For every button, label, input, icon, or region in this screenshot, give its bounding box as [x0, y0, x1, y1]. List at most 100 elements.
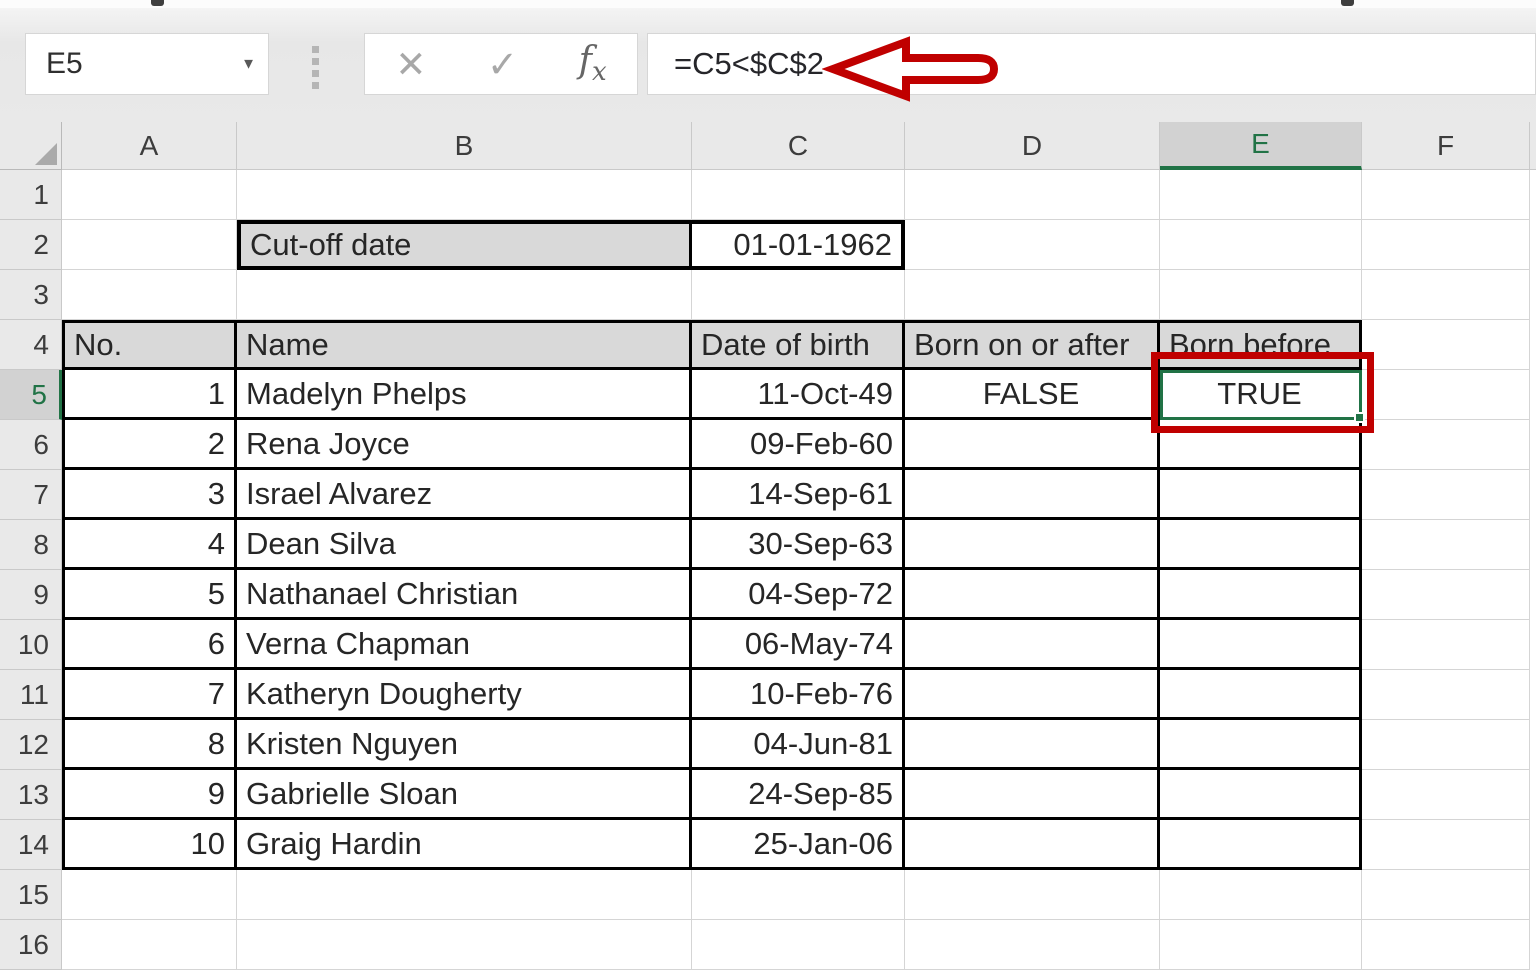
enter-icon[interactable]: ✓ — [487, 46, 518, 83]
cell-B9[interactable]: Nathanael Christian — [237, 570, 692, 620]
row-header-16[interactable]: 16 — [0, 920, 62, 970]
insert-function-icon[interactable]: fx — [579, 40, 607, 87]
cell-E11[interactable] — [1160, 670, 1362, 720]
cell-A12[interactable]: 8 — [62, 720, 237, 770]
cell-C16[interactable] — [692, 920, 905, 970]
row-header-8[interactable]: 8 — [0, 520, 62, 570]
cell-F5[interactable] — [1362, 370, 1530, 420]
cell-B4[interactable]: Name — [237, 320, 692, 370]
row-header-5[interactable]: 5 — [0, 370, 62, 420]
cell-C14[interactable]: 25-Jan-06 — [692, 820, 905, 870]
cell-C5[interactable]: 11-Oct-49 — [692, 370, 905, 420]
cell-E14[interactable] — [1160, 820, 1362, 870]
cell-C3[interactable] — [692, 270, 905, 320]
cell-A11[interactable]: 7 — [62, 670, 237, 720]
cell-B14[interactable]: Graig Hardin — [237, 820, 692, 870]
cell-A15[interactable] — [62, 870, 237, 920]
cell-C12[interactable]: 04-Jun-81 — [692, 720, 905, 770]
cell-A5[interactable]: 1 — [62, 370, 237, 420]
cell-B15[interactable] — [237, 870, 692, 920]
cell-C11[interactable]: 10-Feb-76 — [692, 670, 905, 720]
column-header-F[interactable]: F — [1362, 122, 1530, 170]
row-header-14[interactable]: 14 — [0, 820, 62, 870]
cell-D2[interactable] — [905, 220, 1160, 270]
cell-E1[interactable] — [1160, 170, 1362, 220]
cell-F14[interactable] — [1362, 820, 1530, 870]
row-header-13[interactable]: 13 — [0, 770, 62, 820]
column-header-C[interactable]: C — [692, 122, 905, 170]
cell-B13[interactable]: Gabrielle Sloan — [237, 770, 692, 820]
cell-B1[interactable] — [237, 170, 692, 220]
cell-F1[interactable] — [1362, 170, 1530, 220]
cell-A3[interactable] — [62, 270, 237, 320]
cell-E10[interactable] — [1160, 620, 1362, 670]
row-header-3[interactable]: 3 — [0, 270, 62, 320]
cell-F10[interactable] — [1362, 620, 1530, 670]
row-header-7[interactable]: 7 — [0, 470, 62, 520]
cell-F12[interactable] — [1362, 720, 1530, 770]
cell-F11[interactable] — [1362, 670, 1530, 720]
cell-D7[interactable] — [905, 470, 1160, 520]
cell-A7[interactable]: 3 — [62, 470, 237, 520]
cell-C13[interactable]: 24-Sep-85 — [692, 770, 905, 820]
cell-B6[interactable]: Rena Joyce — [237, 420, 692, 470]
cell-C2[interactable]: 01-01-1962 — [692, 220, 905, 270]
cell-E9[interactable] — [1160, 570, 1362, 620]
chevron-down-icon[interactable]: ▼ — [241, 56, 256, 73]
cell-E15[interactable] — [1160, 870, 1362, 920]
cell-A8[interactable]: 4 — [62, 520, 237, 570]
column-header-B[interactable]: B — [237, 122, 692, 170]
cell-E2[interactable] — [1160, 220, 1362, 270]
column-header-E[interactable]: E — [1160, 122, 1362, 170]
cell-D15[interactable] — [905, 870, 1160, 920]
cell-F9[interactable] — [1362, 570, 1530, 620]
cell-D3[interactable] — [905, 270, 1160, 320]
row-header-9[interactable]: 9 — [0, 570, 62, 620]
cell-A13[interactable]: 9 — [62, 770, 237, 820]
cell-D12[interactable] — [905, 720, 1160, 770]
cell-E3[interactable] — [1160, 270, 1362, 320]
cell-D16[interactable] — [905, 920, 1160, 970]
cell-D1[interactable] — [905, 170, 1160, 220]
cell-C15[interactable] — [692, 870, 905, 920]
cell-F4[interactable] — [1362, 320, 1530, 370]
cell-C10[interactable]: 06-May-74 — [692, 620, 905, 670]
cell-A1[interactable] — [62, 170, 237, 220]
name-box[interactable]: E5 ▼ — [25, 33, 269, 95]
cell-E13[interactable] — [1160, 770, 1362, 820]
formula-bar-input[interactable]: =C5<$C$2 — [647, 33, 1536, 95]
cell-A16[interactable] — [62, 920, 237, 970]
cell-D13[interactable] — [905, 770, 1160, 820]
cell-F2[interactable] — [1362, 220, 1530, 270]
cell-F16[interactable] — [1362, 920, 1530, 970]
cell-D4[interactable]: Born on or after — [905, 320, 1160, 370]
column-header-A[interactable]: A — [62, 122, 237, 170]
column-header-D[interactable]: D — [905, 122, 1160, 170]
cell-B5[interactable]: Madelyn Phelps — [237, 370, 692, 420]
row-header-15[interactable]: 15 — [0, 870, 62, 920]
cell-B11[interactable]: Katheryn Dougherty — [237, 670, 692, 720]
cell-B7[interactable]: Israel Alvarez — [237, 470, 692, 520]
cell-A10[interactable]: 6 — [62, 620, 237, 670]
cell-A2[interactable] — [62, 220, 237, 270]
row-header-6[interactable]: 6 — [0, 420, 62, 470]
cell-C6[interactable]: 09-Feb-60 — [692, 420, 905, 470]
cancel-icon[interactable]: ✕ — [395, 46, 426, 83]
cell-E16[interactable] — [1160, 920, 1362, 970]
cell-C8[interactable]: 30-Sep-63 — [692, 520, 905, 570]
cell-D9[interactable] — [905, 570, 1160, 620]
cell-E7[interactable] — [1160, 470, 1362, 520]
cell-F6[interactable] — [1362, 420, 1530, 470]
cell-D14[interactable] — [905, 820, 1160, 870]
row-header-2[interactable]: 2 — [0, 220, 62, 270]
select-all-corner[interactable] — [0, 122, 62, 170]
cell-E12[interactable] — [1160, 720, 1362, 770]
cell-F15[interactable] — [1362, 870, 1530, 920]
row-header-10[interactable]: 10 — [0, 620, 62, 670]
cell-C4[interactable]: Date of birth — [692, 320, 905, 370]
cell-C7[interactable]: 14-Sep-61 — [692, 470, 905, 520]
cell-D6[interactable] — [905, 420, 1160, 470]
cell-B3[interactable] — [237, 270, 692, 320]
cell-D5[interactable]: FALSE — [905, 370, 1160, 420]
row-header-1[interactable]: 1 — [0, 170, 62, 220]
